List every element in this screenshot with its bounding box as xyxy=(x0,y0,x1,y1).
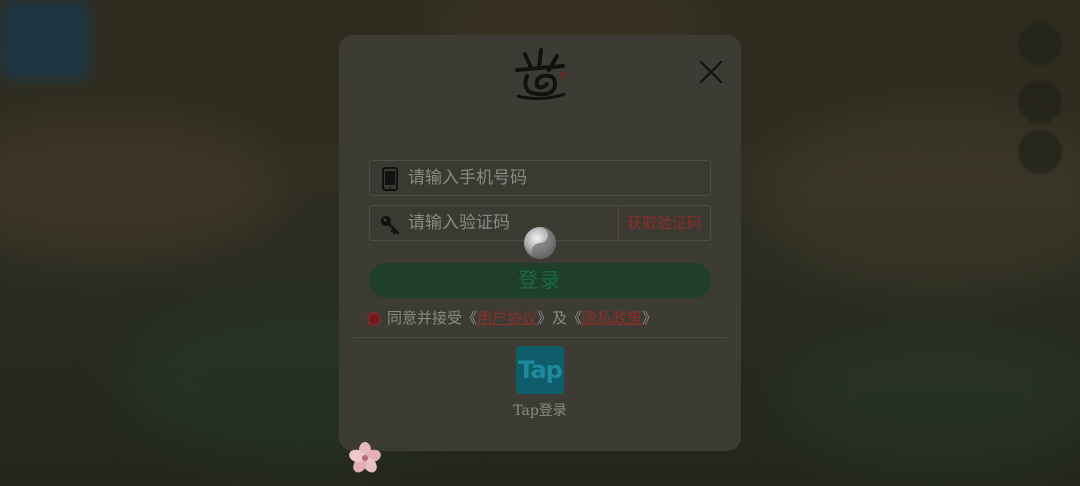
close-icon[interactable] xyxy=(697,58,725,86)
agree-radio[interactable] xyxy=(367,312,381,326)
phone-icon xyxy=(382,167,398,191)
tap-login-button[interactable]: Tap xyxy=(516,346,564,394)
loading-spinner-icon xyxy=(524,227,556,259)
login-button[interactable]: 登录 xyxy=(369,263,711,298)
divider xyxy=(354,337,726,338)
game-logo-icon xyxy=(515,48,566,101)
user-agreement-link[interactable]: 用户协议 xyxy=(477,309,537,327)
agreement-suffix: 》 xyxy=(642,309,658,327)
flower-icon xyxy=(349,442,381,473)
privacy-policy-link[interactable]: 隐私政策 xyxy=(582,309,642,327)
tap-login-label: Tap登录 xyxy=(513,403,567,419)
verification-code-input[interactable] xyxy=(408,206,618,240)
phone-field xyxy=(369,160,711,196)
key-icon xyxy=(381,216,400,235)
agreement-middle: 》及《 xyxy=(537,309,583,327)
agreement-prefix: 同意并接受《 xyxy=(387,309,478,327)
agreement-row: 同意并接受《用户协议》及《隐私政策》 xyxy=(367,307,657,329)
phone-input[interactable] xyxy=(408,161,698,195)
get-code-button[interactable]: 获取验证码 xyxy=(618,206,710,240)
